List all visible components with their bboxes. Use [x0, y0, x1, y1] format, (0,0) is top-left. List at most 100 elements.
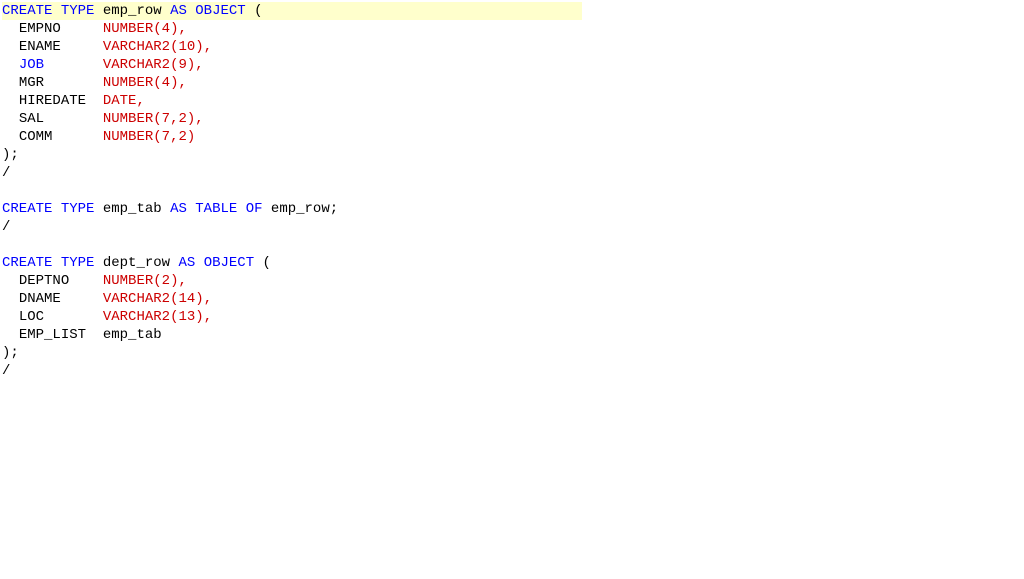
- code-token: [52, 3, 60, 19]
- code-token: 9: [178, 57, 186, 73]
- code-line[interactable]: /: [2, 164, 1022, 182]
- code-line[interactable]: );: [2, 344, 1022, 362]
- code-token: 2: [178, 129, 186, 145]
- code-token: [2, 327, 19, 343]
- code-token: AS: [170, 201, 187, 217]
- code-token: NUMBER: [103, 111, 153, 127]
- code-token: [86, 93, 103, 109]
- code-line[interactable]: COMM NUMBER(7,2): [2, 128, 1022, 146]
- code-token: [2, 183, 10, 199]
- code-line[interactable]: JOB VARCHAR2(9),: [2, 56, 1022, 74]
- code-token: AS: [178, 255, 195, 271]
- code-token: [263, 201, 271, 217]
- code-token: (: [153, 21, 161, 37]
- code-token: TYPE: [61, 201, 95, 217]
- code-token: DEPTNO: [19, 273, 69, 289]
- code-token: (: [153, 129, 161, 145]
- code-token: /: [2, 363, 10, 379]
- code-token: VARCHAR2: [103, 57, 170, 73]
- code-token: [2, 273, 19, 289]
- code-token: [61, 39, 103, 55]
- code-token: TYPE: [61, 255, 95, 271]
- code-line[interactable]: DNAME VARCHAR2(14),: [2, 290, 1022, 308]
- code-token: [2, 237, 10, 253]
- code-line[interactable]: MGR NUMBER(4),: [2, 74, 1022, 92]
- code-token: 13: [178, 309, 195, 325]
- code-token: (: [153, 75, 161, 91]
- code-token: emp_row: [103, 3, 162, 19]
- code-token: DNAME: [19, 291, 61, 307]
- code-token: [2, 57, 19, 73]
- code-token: emp_tab: [103, 201, 162, 217]
- code-token: [94, 3, 102, 19]
- code-token: [2, 93, 19, 109]
- code-token: 2: [162, 273, 170, 289]
- code-token: JOB: [19, 57, 44, 73]
- code-token: ,: [195, 111, 203, 127]
- code-token: ,: [136, 93, 144, 109]
- code-token: 14: [178, 291, 195, 307]
- code-token: ,: [204, 291, 212, 307]
- code-token: ;: [330, 201, 338, 217]
- code-line[interactable]: [2, 182, 1022, 200]
- code-token: VARCHAR2: [103, 291, 170, 307]
- code-line[interactable]: ENAME VARCHAR2(10),: [2, 38, 1022, 56]
- code-line[interactable]: LOC VARCHAR2(13),: [2, 308, 1022, 326]
- code-line[interactable]: EMP_LIST emp_tab: [2, 326, 1022, 344]
- code-token: [44, 309, 103, 325]
- code-token: [162, 3, 170, 19]
- code-token: COMM: [19, 129, 53, 145]
- code-token: 7: [162, 111, 170, 127]
- sql-editor[interactable]: CREATE TYPE emp_row AS OBJECT ( EMPNO NU…: [2, 2, 1022, 380]
- code-token: OBJECT: [195, 3, 245, 19]
- code-token: ): [195, 309, 203, 325]
- code-token: 2: [178, 111, 186, 127]
- code-line[interactable]: SAL NUMBER(7,2),: [2, 110, 1022, 128]
- code-token: [2, 21, 19, 37]
- code-line[interactable]: CREATE TYPE dept_row AS OBJECT (: [2, 254, 1022, 272]
- code-token: ,: [178, 273, 186, 289]
- code-token: CREATE: [2, 3, 52, 19]
- code-token: CREATE: [2, 201, 52, 217]
- code-token: /: [2, 219, 10, 235]
- code-token: ): [195, 39, 203, 55]
- code-token: ): [187, 129, 195, 145]
- code-token: HIREDATE: [19, 93, 86, 109]
- code-line[interactable]: );: [2, 146, 1022, 164]
- code-line[interactable]: EMPNO NUMBER(4),: [2, 20, 1022, 38]
- code-token: VARCHAR2: [103, 39, 170, 55]
- code-token: SAL: [19, 111, 44, 127]
- code-line[interactable]: [2, 236, 1022, 254]
- code-token: [52, 129, 102, 145]
- code-line[interactable]: HIREDATE DATE,: [2, 92, 1022, 110]
- code-line[interactable]: DEPTNO NUMBER(2),: [2, 272, 1022, 290]
- code-line[interactable]: CREATE TYPE emp_row AS OBJECT (: [2, 2, 1022, 20]
- code-token: [246, 3, 254, 19]
- code-token: [94, 201, 102, 217]
- code-line[interactable]: CREATE TYPE emp_tab AS TABLE OF emp_row;: [2, 200, 1022, 218]
- code-token: [94, 255, 102, 271]
- code-line[interactable]: /: [2, 362, 1022, 380]
- code-token: 4: [162, 75, 170, 91]
- code-token: [195, 255, 203, 271]
- code-token: [52, 255, 60, 271]
- code-token: [52, 201, 60, 217]
- code-token: [237, 201, 245, 217]
- code-token: TABLE: [195, 201, 237, 217]
- code-token: ,: [178, 21, 186, 37]
- code-token: [2, 129, 19, 145]
- code-token: CREATE: [2, 255, 52, 271]
- code-token: [61, 21, 103, 37]
- code-token: MGR: [19, 75, 44, 91]
- code-token: /: [2, 165, 10, 181]
- code-token: [86, 327, 103, 343]
- code-token: DATE: [103, 93, 137, 109]
- code-token: ;: [10, 345, 18, 361]
- code-token: 10: [178, 39, 195, 55]
- code-token: VARCHAR2: [103, 309, 170, 325]
- code-token: OF: [246, 201, 263, 217]
- code-token: LOC: [19, 309, 44, 325]
- code-token: 4: [162, 21, 170, 37]
- code-line[interactable]: /: [2, 218, 1022, 236]
- code-token: ,: [204, 39, 212, 55]
